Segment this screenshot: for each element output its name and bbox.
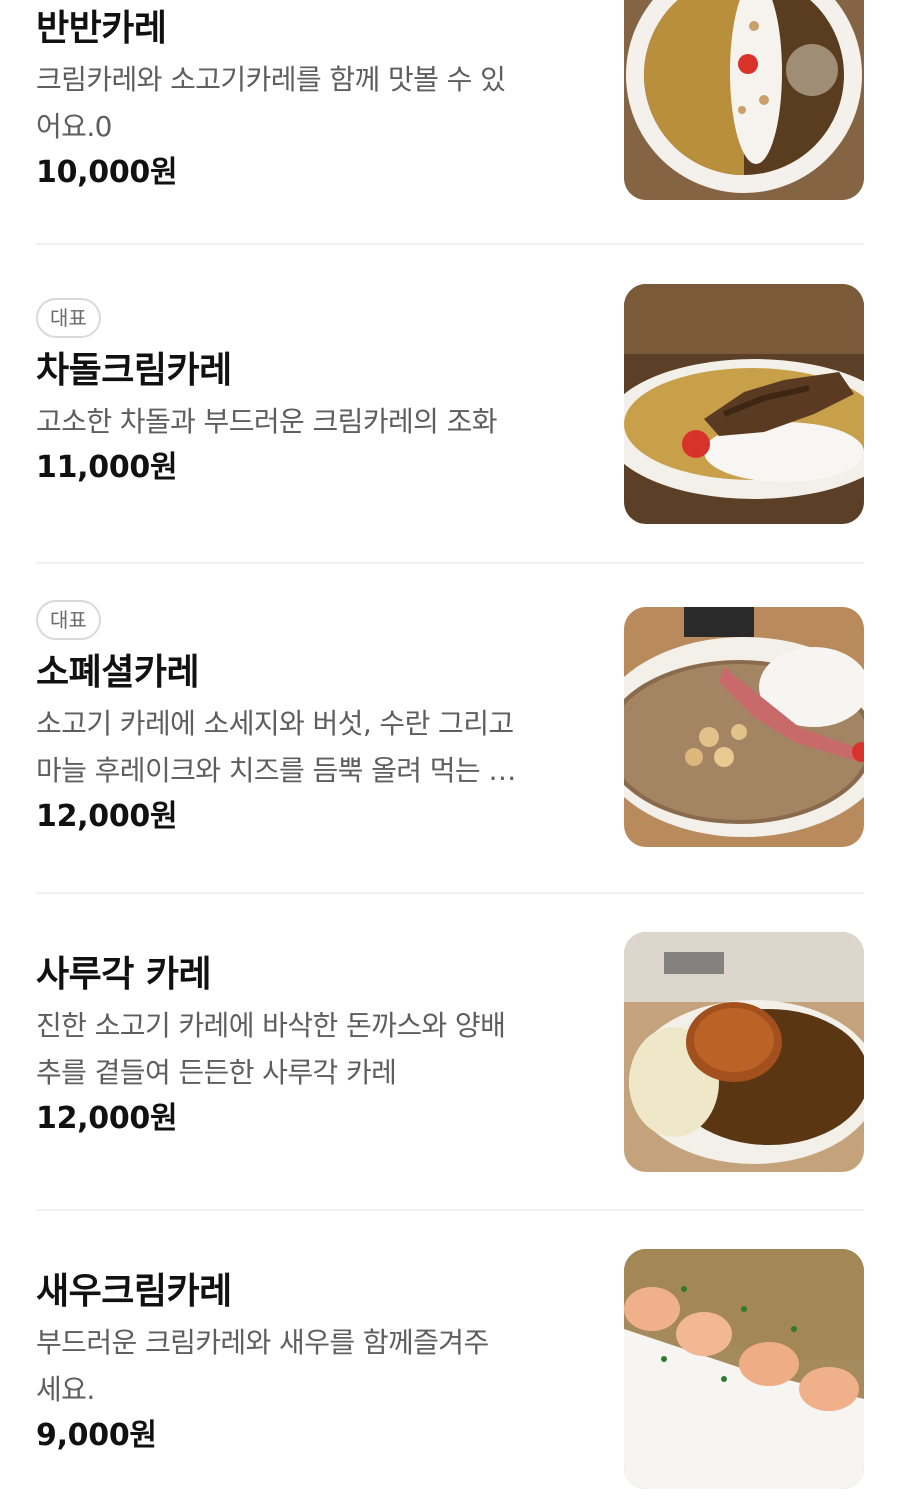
menu-item-name: 사루각 카레 <box>36 954 212 995</box>
menu-item-price: 9,000원 <box>36 1418 157 1453</box>
menu-item-description: 고소한 차돌과 부드러운 크림카레의 조화 <box>36 405 498 438</box>
menu-item-name: 차돌크림카레 <box>36 350 232 391</box>
menu-item-text: 대표 차돌크림카레 고소한 차돌과 부드러운 크림카레의 조화 11,000원 <box>36 298 596 489</box>
menu-item-description: 부드러운 크림카레와 새우를 함께즐겨주 세요. <box>36 1326 489 1406</box>
menu-item-price: 10,000원 <box>36 155 178 190</box>
menu-item-description: 크림카레와 소고기카레를 함께 맛볼 수 있 어요.0 <box>36 63 506 143</box>
menu-item-price: 11,000원 <box>36 450 178 485</box>
shrimp-cream-curry-photo[interactable] <box>624 1249 864 1489</box>
divider <box>36 1209 864 1211</box>
menu-item-text: 사루각 카레 진한 소고기 카레에 바삭한 돈까스와 양배 추를 곁들여 든든한… <box>36 952 596 1140</box>
menu-item-katsu-curry[interactable]: 사루각 카레 진한 소고기 카레에 바삭한 돈까스와 양배 추를 곁들여 든든한… <box>36 932 864 1172</box>
menu-item-text: 반반카레 크림카레와 소고기카레를 함께 맛볼 수 있 어요.0 10,000원 <box>36 6 596 194</box>
katsu-curry-photo[interactable] <box>624 932 864 1172</box>
signature-badge: 대표 <box>36 600 101 640</box>
divider <box>36 892 864 894</box>
divider <box>36 243 864 245</box>
menu-item-description: 소고기 카레에 소세지와 버섯, 수란 그리고 마늘 후레이크와 치즈를 듬뿍 … <box>36 707 516 787</box>
menu-item-shrimp-cream-curry[interactable]: 새우크림카레 부드러운 크림카레와 새우를 함께즐겨주 세요. 9,000원 <box>36 1249 864 1489</box>
half-half-curry-photo[interactable] <box>624 0 864 200</box>
menu-item-description: 진한 소고기 카레에 바삭한 돈까스와 양배 추를 곁들여 든든한 사루각 카레 <box>36 1009 506 1089</box>
menu-item-name: 반반카레 <box>36 8 167 49</box>
menu-item-name: 소폐셜카레 <box>36 652 200 693</box>
special-curry-photo[interactable] <box>624 607 864 847</box>
menu-list: 반반카레 크림카레와 소고기카레를 함께 맛볼 수 있 어요.0 10,000원 <box>0 0 900 1501</box>
signature-badge: 대표 <box>36 298 101 338</box>
divider <box>36 562 864 564</box>
menu-item-text: 새우크림카레 부드러운 크림카레와 새우를 함께즐겨주 세요. 9,000원 <box>36 1269 596 1457</box>
menu-item-chadol-cream-curry[interactable]: 대표 차돌크림카레 고소한 차돌과 부드러운 크림카레의 조화 11,000원 <box>36 284 864 524</box>
menu-item-half-half-curry[interactable]: 반반카레 크림카레와 소고기카레를 함께 맛볼 수 있 어요.0 10,000원 <box>36 0 864 210</box>
menu-item-special-curry[interactable]: 대표 소폐셜카레 소고기 카레에 소세지와 버섯, 수란 그리고 마늘 후레이크… <box>36 600 864 847</box>
chadol-cream-curry-photo[interactable] <box>624 284 864 524</box>
menu-item-price: 12,000원 <box>36 799 178 834</box>
menu-item-price: 12,000원 <box>36 1101 178 1136</box>
menu-item-text: 대표 소폐셜카레 소고기 카레에 소세지와 버섯, 수란 그리고 마늘 후레이크… <box>36 600 596 838</box>
menu-item-name: 새우크림카레 <box>36 1271 232 1312</box>
